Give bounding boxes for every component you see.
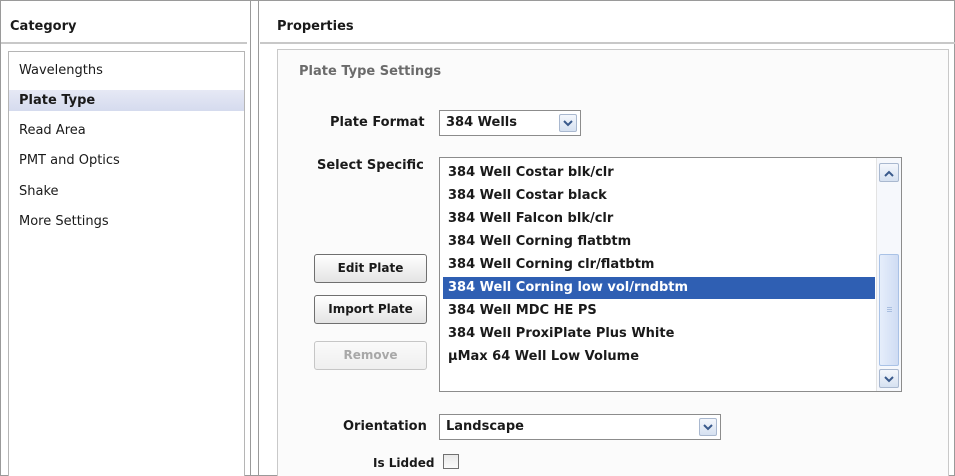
list-item[interactable]: 384 Well ProxiPlate Plus White (443, 323, 875, 345)
list-item[interactable]: 384 Well Corning clr/flatbtm (443, 254, 875, 276)
orientation-dropdown[interactable]: Landscape (439, 414, 721, 440)
remove-button[interactable]: Remove (314, 341, 427, 370)
category-item-plate-type[interactable]: Plate Type (9, 90, 244, 111)
list-item[interactable]: 384 Well Costar blk/clr (443, 162, 875, 184)
category-header: Category (10, 19, 77, 34)
pane-splitter[interactable] (250, 1, 251, 476)
category-item-wavelengths[interactable]: Wavelengths (9, 60, 244, 81)
import-plate-button[interactable]: Import Plate (314, 295, 427, 324)
properties-header: Properties (277, 19, 354, 34)
select-specific-label: Select Specific (317, 158, 424, 173)
pane-splitter-edge (258, 1, 259, 476)
section-title: Plate Type Settings (299, 64, 442, 79)
category-item-shake[interactable]: Shake (9, 181, 244, 202)
list-item[interactable]: 384 Well Falcon blk/clr (443, 208, 875, 230)
orientation-label: Orientation (343, 419, 427, 434)
list-item-selected[interactable]: 384 Well Corning low vol/rndbtm (443, 277, 875, 299)
scrollbar-thumb[interactable] (879, 254, 899, 366)
plate-format-label: Plate Format (330, 115, 425, 130)
list-item[interactable]: 384 Well Costar black (443, 185, 875, 207)
properties-divider (260, 42, 955, 44)
list-item[interactable]: µMax 64 Well Low Volume (443, 346, 875, 368)
category-list: Wavelengths Plate Type Read Area PMT and… (8, 51, 245, 476)
chevron-down-icon[interactable] (559, 114, 577, 132)
chevron-down-icon[interactable] (879, 369, 899, 388)
is-lidded-checkbox[interactable] (443, 454, 459, 469)
plate-type-listbox[interactable]: 384 Well Costar blk/clr 384 Well Costar … (439, 157, 902, 392)
chevron-down-icon[interactable] (699, 418, 717, 436)
category-item-more-settings[interactable]: More Settings (9, 211, 244, 232)
is-lidded-label: Is Lidded (373, 456, 435, 470)
category-item-pmt-and-optics[interactable]: PMT and Optics (9, 150, 244, 171)
category-item-read-area[interactable]: Read Area (9, 120, 244, 141)
list-item[interactable]: 384 Well MDC HE PS (443, 300, 875, 322)
plate-format-value: 384 Wells (446, 115, 518, 130)
plate-format-dropdown[interactable]: 384 Wells (439, 110, 581, 136)
edit-plate-button[interactable]: Edit Plate (314, 254, 427, 283)
plate-settings-window: Category Wavelengths Plate Type Read Are… (0, 0, 955, 476)
grip-icon (887, 309, 892, 310)
chevron-up-icon[interactable] (879, 163, 899, 182)
orientation-value: Landscape (446, 419, 524, 434)
list-item[interactable]: 384 Well Corning flatbtm (443, 231, 875, 253)
category-divider (1, 42, 247, 44)
listbox-scrollbar[interactable] (876, 158, 901, 391)
